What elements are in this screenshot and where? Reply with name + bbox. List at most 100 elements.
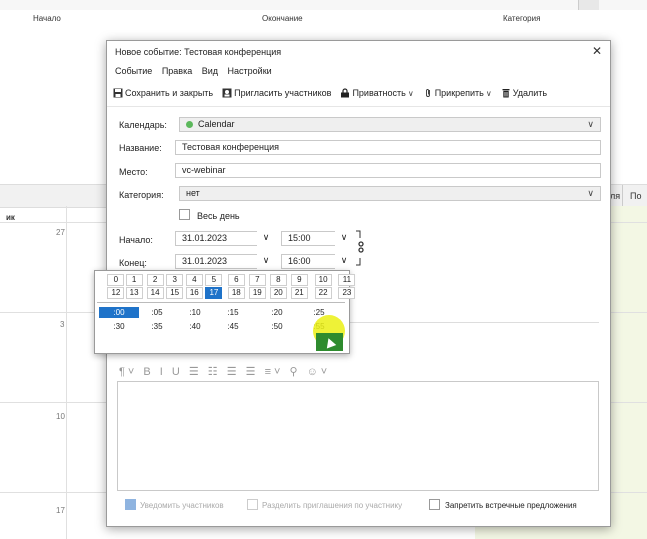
calendar-dropdown[interactable]: Calendar ∨ (179, 117, 601, 132)
description-editor[interactable] (117, 381, 599, 491)
link-times-icon[interactable] (355, 230, 365, 270)
minute-cell[interactable]: :00 (99, 307, 139, 318)
attendees-icon (222, 88, 232, 98)
invite-attendees-button[interactable]: Пригласить участников (222, 88, 331, 98)
hour-cell[interactable]: 8 (269, 274, 287, 286)
hour-cell[interactable]: 3 (166, 274, 184, 286)
event-list-header: Начало Окончание Категория (0, 10, 647, 26)
delete-label: Удалить (512, 88, 548, 98)
minute-cell[interactable]: :20 (257, 307, 297, 318)
hour-cell[interactable]: 11 (338, 274, 356, 286)
day-number: 10 (56, 412, 65, 421)
delete-button[interactable]: Удалить (501, 88, 547, 98)
minute-cell[interactable]: :05 (137, 307, 177, 318)
close-icon[interactable]: ✕ (592, 44, 602, 58)
start-date-dropdown[interactable]: ∨ (257, 231, 275, 246)
column-category[interactable]: Категория (503, 14, 540, 23)
weekday-label: ик (6, 213, 15, 222)
hour-cell[interactable]: 19 (248, 287, 266, 299)
hour-cell[interactable]: 0 (107, 274, 125, 286)
chevron-down-icon: ∨ (587, 119, 594, 129)
category-label: Категория: (119, 190, 164, 200)
hour-cell[interactable]: 20 (269, 287, 287, 299)
chevron-down-icon: ∨ (587, 188, 594, 198)
minute-cell[interactable]: :30 (99, 321, 139, 332)
notify-label: Уведомить участников (140, 501, 224, 510)
hour-cell[interactable]: 7 (248, 274, 266, 286)
minute-cell[interactable]: :35 (137, 321, 177, 332)
menu-edit[interactable]: Правка (162, 66, 192, 76)
minute-cell[interactable]: :40 (175, 321, 215, 332)
format-toolbar[interactable]: ¶˅ B I U ☰ ☷ ☰ ☰ ≡˅ ⚲ ☺˅ (119, 365, 330, 378)
chevron-down-icon: ∨ (485, 88, 492, 98)
hour-cell[interactable]: 22 (314, 287, 332, 299)
hour-cell[interactable]: 14 (146, 287, 164, 299)
hour-cell[interactable]: 23 (338, 287, 356, 299)
chevron-down-icon: ∨ (407, 88, 414, 98)
day-number: 17 (56, 506, 65, 515)
calendar-label: Календарь: (119, 120, 167, 130)
trash-icon (502, 89, 510, 98)
hour-cell[interactable]: 5 (205, 274, 223, 286)
separate-label: Разделить приглашения по участнику (262, 501, 403, 510)
hour-cell[interactable]: 15 (166, 287, 184, 299)
hour-cell[interactable]: 1 (125, 274, 143, 286)
save-close-button[interactable]: Сохранить и закрыть (113, 88, 213, 98)
separate-checkbox[interactable] (247, 499, 258, 510)
weekday-header-sat: ля (610, 191, 621, 201)
menu-settings[interactable]: Настройки (228, 66, 272, 76)
hour-cell[interactable]: 6 (227, 274, 245, 286)
title-input[interactable]: Тестовая конференция (175, 140, 601, 155)
column-end[interactable]: Окончание (262, 14, 303, 23)
hour-cell[interactable]: 21 (290, 287, 308, 299)
minute-cell[interactable]: :15 (213, 307, 253, 318)
day-number: 3 (60, 320, 65, 329)
event-toolbar: Сохранить и закрыть Пригласить участнико… (113, 85, 556, 101)
category-value: нет (186, 188, 200, 198)
end-label: Конец: (119, 258, 147, 268)
invite-label: Пригласить участников (234, 88, 332, 98)
hour-cell[interactable]: 12 (107, 287, 125, 299)
paperclip-icon (425, 89, 430, 97)
hour-cell[interactable]: 17 (205, 287, 223, 299)
hour-cell[interactable]: 13 (125, 287, 143, 299)
minute-cell[interactable]: :10 (175, 307, 215, 318)
calendar-color-dot (186, 121, 193, 128)
hour-cell[interactable]: 2 (146, 274, 164, 286)
disallow-counter-label: Запретить встречные предложения (445, 501, 577, 510)
time-picker-popup: 0 1 2 3 4 5 6 7 8 9 10 11 12 13 14 15 16 17 18 19 20 21 22 23:0… (94, 270, 356, 354)
hour-cell[interactable]: 16 (185, 287, 203, 299)
hour-cell[interactable]: 18 (227, 287, 245, 299)
notify-checkbox[interactable] (125, 499, 136, 510)
minute-cell[interactable]: :45 (213, 321, 253, 332)
attach-label: Прикрепить (434, 88, 484, 98)
location-input[interactable]: vc-webinar (175, 163, 601, 178)
menu-bar: Событие Правка Вид Настройки (115, 66, 279, 78)
location-label: Место: (119, 167, 148, 177)
start-time-dropdown[interactable]: ∨ (335, 231, 353, 246)
menu-view[interactable]: Вид (202, 66, 218, 76)
attach-button[interactable]: Прикрепить ∨ (423, 88, 492, 98)
title-label: Название: (119, 143, 162, 153)
start-label: Начало: (119, 235, 153, 245)
end-time-dropdown[interactable]: ∨ (335, 254, 353, 269)
hour-cell[interactable]: 10 (314, 274, 332, 286)
privacy-button[interactable]: Приватность ∨ (340, 88, 414, 98)
menu-event[interactable]: Событие (115, 66, 152, 76)
weekday-header-mon: По (630, 191, 642, 201)
background-scrollbar[interactable] (578, 0, 599, 10)
disallow-counter-checkbox[interactable] (429, 499, 440, 510)
hour-cell[interactable]: 4 (185, 274, 203, 286)
save-icon (113, 88, 123, 98)
category-dropdown[interactable]: нет ∨ (179, 186, 601, 201)
day-number: 27 (56, 228, 65, 237)
hour-cell[interactable]: 9 (290, 274, 308, 286)
end-date-dropdown[interactable]: ∨ (257, 254, 275, 269)
allday-label: Весь день (197, 211, 240, 221)
dialog-title: Новое событие: Тестовая конференция (115, 47, 282, 57)
column-start[interactable]: Начало (33, 14, 61, 23)
calendar-value: Calendar (198, 119, 235, 129)
save-close-label: Сохранить и закрыть (125, 88, 214, 98)
minute-cell[interactable]: :50 (257, 321, 297, 332)
allday-checkbox[interactable] (179, 209, 190, 220)
